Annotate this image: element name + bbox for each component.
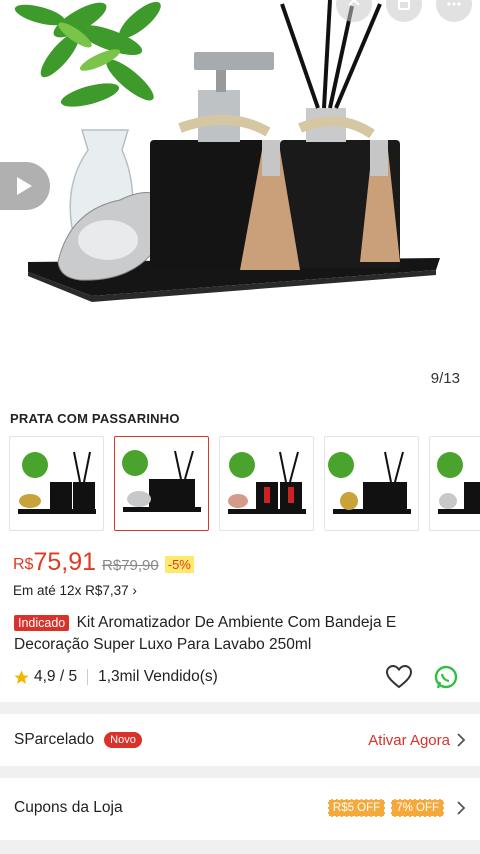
cart-icon[interactable] [386, 0, 422, 22]
product-photo [0, 0, 480, 398]
sparcelado-label: SParcelado [14, 731, 94, 749]
gallery-counter: 9/13 [431, 370, 460, 387]
product-title: Kit Aromatizador De Ambiente Com Bandeja… [14, 614, 396, 653]
variant-thumbnail[interactable] [9, 436, 104, 531]
discount-badge: -5% [165, 556, 194, 573]
chevron-right-icon: › [132, 583, 137, 598]
heart-icon[interactable] [386, 665, 412, 689]
novo-badge: Novo [104, 732, 142, 748]
share-icon[interactable] [336, 0, 372, 22]
rating-score: 4,9 / 5 [34, 668, 77, 686]
whatsapp-icon[interactable] [434, 665, 460, 691]
price-value: 75,91 [33, 548, 96, 577]
section-divider [0, 702, 480, 714]
product-title-block: Indicado Kit Aromatizador De Ambiente Co… [14, 612, 414, 655]
variant-thumbnail[interactable] [219, 436, 314, 531]
sparcelado-row[interactable]: SParcelado Novo Ativar Agora [0, 714, 480, 766]
play-icon [15, 176, 33, 196]
rating-row: 4,9 / 5 1,3mil Vendido(s) [13, 668, 218, 686]
variant-thumbnail-selected[interactable] [114, 436, 209, 531]
chevron-right-icon [456, 800, 466, 816]
installments-value: 12x R$7,37 [60, 583, 129, 598]
installments[interactable]: Em até 12x R$7,37 › [13, 583, 137, 598]
variant-thumbnails [9, 436, 480, 532]
old-price: R$79,90 [102, 557, 159, 574]
play-video-button[interactable] [0, 162, 50, 210]
price-row: R$ 75,91 R$79,90 -5% [13, 548, 194, 577]
installments-prefix: Em até [13, 583, 56, 598]
coupon-badge: R$5 OFF [328, 799, 385, 817]
cupons-label: Cupons da Loja [14, 799, 123, 817]
star-icon [13, 669, 30, 686]
indicado-tag: Indicado [14, 615, 69, 631]
variant-thumbnail[interactable] [324, 436, 419, 531]
chevron-right-icon [456, 732, 466, 748]
ativar-agora-link[interactable]: Ativar Agora [368, 732, 450, 749]
variant-thumbnail[interactable] [429, 436, 480, 531]
coupon-badge: 7% OFF [391, 799, 444, 817]
price-currency: R$ [13, 556, 33, 574]
section-divider [0, 840, 480, 854]
section-divider [0, 766, 480, 778]
cupons-row[interactable]: Cupons da Loja R$5 OFF 7% OFF [0, 782, 480, 834]
rating-separator [87, 669, 88, 685]
sold-count: 1,3mil Vendido(s) [98, 668, 218, 686]
more-icon[interactable] [436, 0, 472, 22]
product-image-gallery[interactable]: 9/13 [0, 0, 480, 398]
variant-title: PRATA COM PASSARINHO [10, 411, 180, 426]
